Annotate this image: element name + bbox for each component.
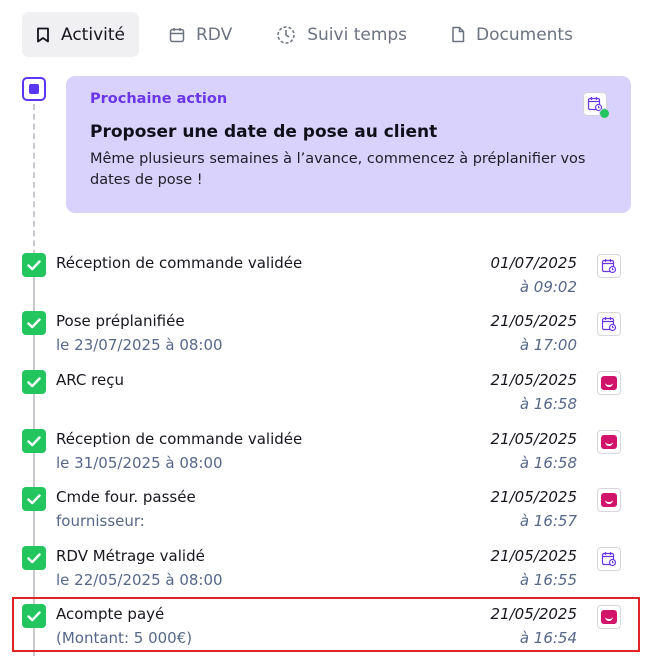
activity-row: Réception de commande validée le 31/05/2… <box>0 429 670 487</box>
status-dot <box>599 108 610 119</box>
brand-logo-icon[interactable] <box>597 371 621 395</box>
activity-title: ARC reçu <box>56 371 124 389</box>
activity-title: Réception de commande validée <box>56 254 303 272</box>
activity-time: à 17:00 <box>519 336 577 354</box>
tab-suivi-temps[interactable]: Suivi temps <box>262 12 421 57</box>
check-icon <box>22 487 46 511</box>
tab-activite[interactable]: Activité <box>22 12 139 57</box>
activity-date: 21/05/2025 <box>490 430 577 448</box>
bookmark-icon <box>37 27 49 42</box>
activity-subtitle: fournisseur: <box>56 512 145 530</box>
activity-time: à 16:58 <box>519 395 577 413</box>
clock-icon <box>277 25 295 44</box>
activity-time: à 16:58 <box>519 454 577 472</box>
timeline-dashed-line <box>33 104 35 256</box>
activity-row: RDV Métrage validé le 22/05/2025 à 08:00… <box>0 546 670 604</box>
activity-date: 21/05/2025 <box>490 312 577 330</box>
selection-highlight <box>12 597 640 652</box>
activity-row: Cmde four. passée fournisseur: 21/05/202… <box>0 487 670 545</box>
next-action-title: Proposer une date de pose au client <box>90 122 438 142</box>
activity-subtitle: le 23/07/2025 à 08:00 <box>56 336 223 354</box>
activity-title: Réception de commande validée <box>56 430 303 448</box>
calendar-clock-icon[interactable] <box>583 92 610 119</box>
check-icon <box>22 429 46 453</box>
check-icon <box>22 546 46 570</box>
tab-label: Suivi temps <box>307 24 408 45</box>
activity-date: 01/07/2025 <box>490 254 577 272</box>
tab-documents[interactable]: Documents <box>437 12 587 57</box>
document-icon <box>452 26 465 43</box>
activity-time: à 16:57 <box>519 512 577 530</box>
check-icon <box>22 253 46 277</box>
pending-marker-icon <box>22 77 46 101</box>
activity-row: ARC reçu 21/05/2025 à 16:58 <box>0 370 670 428</box>
activity-subtitle: le 31/05/2025 à 08:00 <box>56 454 223 472</box>
tab-bar: Activité RDV Suivi temps Documents <box>22 12 603 57</box>
activity-row: Pose préplanifiée le 23/07/2025 à 08:00 … <box>0 311 670 369</box>
tab-rdv[interactable]: RDV <box>155 12 246 57</box>
calendar-clock-icon[interactable] <box>597 312 621 336</box>
activity-subtitle: le 22/05/2025 à 08:00 <box>56 571 223 589</box>
calendar-icon <box>169 27 185 42</box>
activity-date: 21/05/2025 <box>490 488 577 506</box>
activity-row: Réception de commande validée 01/07/2025… <box>0 253 670 311</box>
calendar-clock-icon[interactable] <box>597 254 621 278</box>
activity-title: RDV Métrage validé <box>56 547 205 565</box>
activity-time: à 09:02 <box>519 278 577 296</box>
activity-time: à 16:55 <box>519 571 577 589</box>
tab-label: RDV <box>195 24 233 45</box>
check-icon <box>22 311 46 335</box>
tab-label: Activité <box>61 24 125 45</box>
tab-label: Documents <box>476 24 573 45</box>
brand-logo-icon[interactable] <box>597 430 621 454</box>
activity-date: 21/05/2025 <box>490 547 577 565</box>
calendar-clock-icon[interactable] <box>597 547 621 571</box>
next-action-description: Même plusieurs semaines à l’avance, comm… <box>90 151 586 188</box>
next-action-card[interactable]: Prochaine action Proposer une date de po… <box>66 76 631 213</box>
brand-logo-icon[interactable] <box>597 488 621 512</box>
activity-title: Pose préplanifiée <box>56 312 185 330</box>
activity-title: Cmde four. passée <box>56 488 196 506</box>
activity-date: 21/05/2025 <box>490 371 577 389</box>
next-action-kicker: Prochaine action <box>90 91 228 107</box>
check-icon <box>22 370 46 394</box>
